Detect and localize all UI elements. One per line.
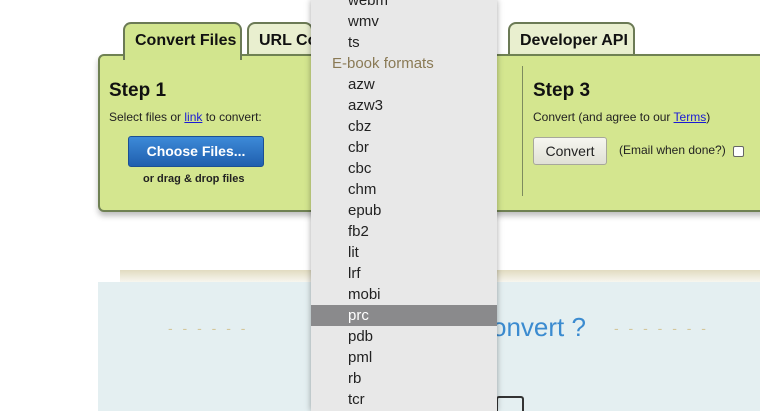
- step3-instruction-suffix: ): [706, 110, 711, 124]
- option-rb[interactable]: rb: [311, 368, 497, 389]
- email-when-done-label: (Email when done?): [619, 143, 726, 157]
- step3-instruction-prefix: Convert (and agree to our: [533, 110, 674, 124]
- option-lrf[interactable]: lrf: [311, 263, 497, 284]
- tab-convert-files-label: Convert Files: [135, 32, 237, 49]
- tab-url-convert[interactable]: URL Co: [247, 22, 313, 56]
- heading-dashes-left: - - - - - -: [168, 320, 249, 336]
- step1-instruction-prefix: Select files or: [109, 110, 185, 124]
- step1-instruction-suffix: to convert:: [202, 110, 262, 124]
- step-divider: [522, 66, 523, 196]
- option-ts[interactable]: ts: [311, 32, 497, 53]
- link-convert-link[interactable]: link: [184, 110, 202, 124]
- option-pml[interactable]: pml: [311, 347, 497, 368]
- option-lit[interactable]: lit: [311, 242, 497, 263]
- email-when-done-checkbox[interactable]: [733, 146, 744, 157]
- drag-drop-hint: or drag & drop files: [143, 173, 245, 185]
- step1-title: Step 1: [109, 80, 167, 101]
- image-icon: [496, 396, 524, 411]
- terms-link[interactable]: Terms: [674, 110, 707, 124]
- option-webm[interactable]: webm: [311, 0, 497, 11]
- section-heading: onvert ?: [492, 312, 586, 342]
- option-azw3[interactable]: azw3: [311, 95, 497, 116]
- option-epub[interactable]: epub: [311, 200, 497, 221]
- option-cbz[interactable]: cbz: [311, 116, 497, 137]
- convert-button[interactable]: Convert: [533, 137, 607, 165]
- option-cbr[interactable]: cbr: [311, 137, 497, 158]
- tab-developer-api-label: Developer API: [520, 32, 628, 49]
- option-fb2[interactable]: fb2: [311, 221, 497, 242]
- step3-instruction: Convert (and agree to our Terms): [533, 110, 710, 124]
- group-ebook-formats: E-book formats: [332, 55, 434, 72]
- choose-files-button[interactable]: Choose Files...: [128, 136, 264, 167]
- tab-convert-files[interactable]: Convert Files: [123, 22, 242, 60]
- option-tcr[interactable]: tcr: [311, 389, 497, 410]
- tab-developer-api[interactable]: Developer API: [508, 22, 635, 56]
- tab-url-convert-label: URL Co: [259, 32, 313, 49]
- option-cbc[interactable]: cbc: [311, 158, 497, 179]
- option-wmv[interactable]: wmv: [311, 11, 497, 32]
- option-azw[interactable]: azw: [311, 74, 497, 95]
- option-mobi[interactable]: mobi: [311, 284, 497, 305]
- option-prc-selected[interactable]: prc: [311, 305, 497, 326]
- option-chm[interactable]: chm: [311, 179, 497, 200]
- option-pdb[interactable]: pdb: [311, 326, 497, 347]
- format-dropdown-list[interactable]: webm wmv ts E-book formats azw azw3 cbz …: [311, 0, 497, 411]
- heading-dashes-right: - - - - - - -: [614, 320, 709, 336]
- step1-instruction: Select files or link to convert:: [109, 110, 262, 124]
- step3-title: Step 3: [533, 80, 591, 101]
